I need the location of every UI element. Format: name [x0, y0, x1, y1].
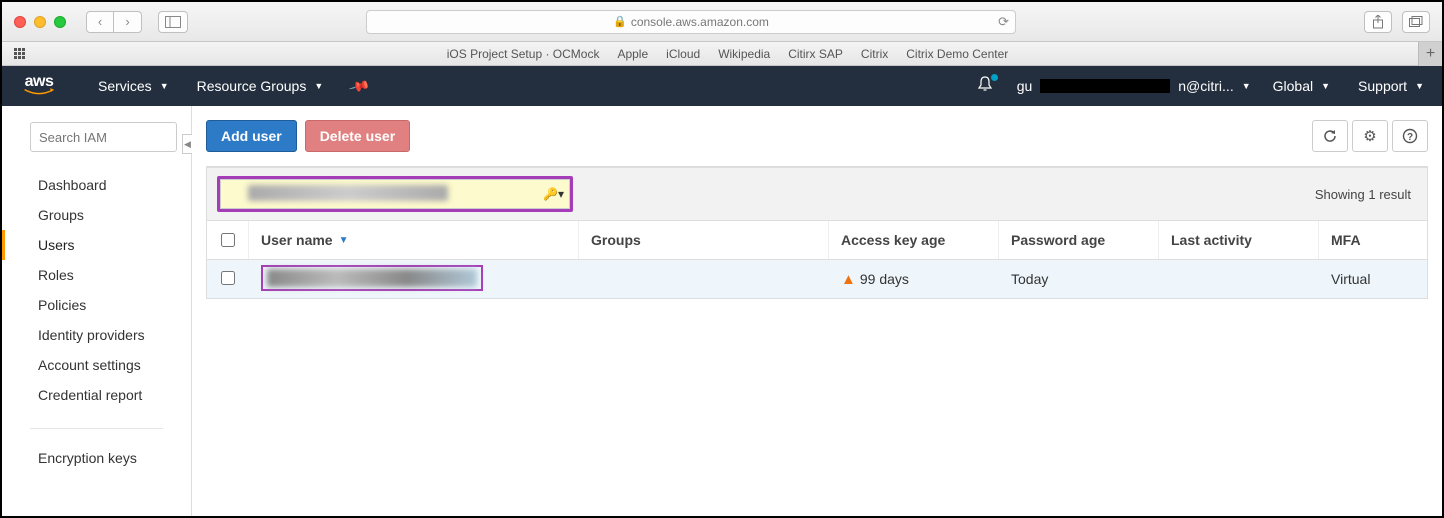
reload-icon[interactable]: ⟳: [998, 14, 1009, 30]
sidebar-toggle[interactable]: [158, 11, 188, 33]
sidebar-item-credential-report[interactable]: Credential report: [2, 380, 191, 410]
refresh-button[interactable]: [1312, 120, 1348, 152]
row-checkbox[interactable]: [221, 271, 235, 285]
new-tab-button[interactable]: +: [1418, 42, 1442, 66]
delete-user-button[interactable]: Delete user: [305, 120, 410, 152]
url-text: console.aws.amazon.com: [631, 15, 769, 29]
column-header-last-activity[interactable]: Last activity: [1159, 221, 1319, 259]
bookmark-link[interactable]: Citrix Demo Center: [906, 47, 1008, 61]
result-count: Showing 1 result: [1315, 187, 1417, 202]
column-header-mfa[interactable]: MFA: [1319, 221, 1427, 259]
bookmarks-bar: iOS Project Setup · OCMock Apple iCloud Wik…: [2, 42, 1442, 66]
maximize-window[interactable]: [54, 16, 66, 28]
browser-toolbar: ‹ › 🔒 console.aws.amazon.com ⟳: [2, 2, 1442, 42]
notifications-icon[interactable]: [977, 76, 993, 97]
services-menu[interactable]: Services ▼: [98, 78, 169, 94]
chevron-down-icon: ▼: [1415, 81, 1424, 91]
window-controls: [14, 16, 66, 28]
nav-buttons: ‹ ›: [86, 11, 142, 33]
settings-button[interactable]: ⚙: [1352, 120, 1388, 152]
column-header-groups[interactable]: Groups: [579, 221, 829, 259]
users-table: 🔑▾ Showing 1 result User name ▼ Groups A…: [206, 166, 1428, 299]
sidebar-item-identity-providers[interactable]: Identity providers: [2, 320, 191, 350]
bookmark-link[interactable]: iOS Project Setup · OCMock: [447, 47, 600, 61]
close-window[interactable]: [14, 16, 26, 28]
column-header-access-key-age[interactable]: Access key age: [829, 221, 999, 259]
filter-input-wrapper: 🔑▾: [217, 176, 573, 212]
bookmark-link[interactable]: Citrix: [861, 47, 888, 61]
password-age-cell: Today: [999, 271, 1159, 287]
sidebar-item-dashboard[interactable]: Dashboard: [2, 170, 191, 200]
apps-icon[interactable]: [14, 48, 25, 59]
share-button[interactable]: [1364, 11, 1392, 33]
collapse-sidebar-button[interactable]: ◀: [182, 134, 192, 154]
redacted-text: [1040, 79, 1170, 93]
sidebar-item-groups[interactable]: Groups: [2, 200, 191, 230]
chevron-down-icon: ▼: [1321, 81, 1330, 91]
chevron-down-icon: ▼: [160, 81, 169, 91]
region-menu[interactable]: Global ▼: [1273, 78, 1330, 94]
select-all-checkbox[interactable]: [207, 221, 249, 259]
sidebar-item-users[interactable]: Users: [2, 230, 191, 260]
tabs-button[interactable]: [1402, 11, 1430, 33]
account-menu[interactable]: gun@citri... ▼: [1017, 78, 1251, 94]
sidebar-item-policies[interactable]: Policies: [2, 290, 191, 320]
pin-icon[interactable]: 📌: [348, 74, 372, 97]
add-user-button[interactable]: Add user: [206, 120, 297, 152]
sidebar-item-encryption-keys[interactable]: Encryption keys: [2, 443, 191, 473]
sidebar-item-roles[interactable]: Roles: [2, 260, 191, 290]
support-menu[interactable]: Support ▼: [1358, 78, 1424, 94]
mfa-cell: Virtual: [1319, 271, 1427, 287]
search-iam-input[interactable]: [30, 122, 177, 152]
forward-button[interactable]: ›: [114, 11, 142, 33]
bookmark-link[interactable]: Apple: [617, 47, 648, 61]
iam-sidebar: ◀ DashboardGroupsUsersRolesPoliciesIdent…: [2, 106, 192, 516]
bookmark-link[interactable]: iCloud: [666, 47, 700, 61]
minimize-window[interactable]: [34, 16, 46, 28]
aws-top-nav: aws Services ▼ Resource Groups ▼ 📌 gun@c…: [2, 66, 1442, 106]
notification-dot: [991, 74, 998, 81]
table-row[interactable]: ▲99 days Today Virtual: [207, 260, 1427, 298]
redacted-text: [248, 185, 448, 201]
aws-logo[interactable]: aws: [20, 76, 58, 97]
column-header-username[interactable]: User name ▼: [249, 221, 579, 259]
username-cell[interactable]: [261, 265, 483, 291]
column-header-password-age[interactable]: Password age: [999, 221, 1159, 259]
content-area: Add user Delete user ⚙ ? 🔑▾: [192, 106, 1442, 516]
warning-icon: ▲: [841, 271, 856, 288]
access-key-age-cell: ▲99 days: [829, 271, 999, 288]
back-button[interactable]: ‹: [86, 11, 114, 33]
bookmark-link[interactable]: Wikipedia: [718, 47, 770, 61]
resource-groups-menu[interactable]: Resource Groups ▼: [197, 78, 324, 94]
chevron-down-icon: ▼: [314, 81, 323, 91]
bookmark-link[interactable]: Citirx SAP: [788, 47, 843, 61]
sort-indicator-icon: ▼: [339, 235, 349, 246]
redacted-text: [267, 269, 477, 287]
sidebar-item-account-settings[interactable]: Account settings: [2, 350, 191, 380]
svg-text:?: ?: [1407, 132, 1413, 143]
key-dropdown-icon[interactable]: 🔑▾: [543, 187, 564, 201]
address-bar[interactable]: 🔒 console.aws.amazon.com ⟳: [366, 10, 1016, 34]
lock-icon: 🔒: [613, 15, 627, 28]
help-button[interactable]: ?: [1392, 120, 1428, 152]
chevron-down-icon: ▼: [1242, 81, 1251, 91]
